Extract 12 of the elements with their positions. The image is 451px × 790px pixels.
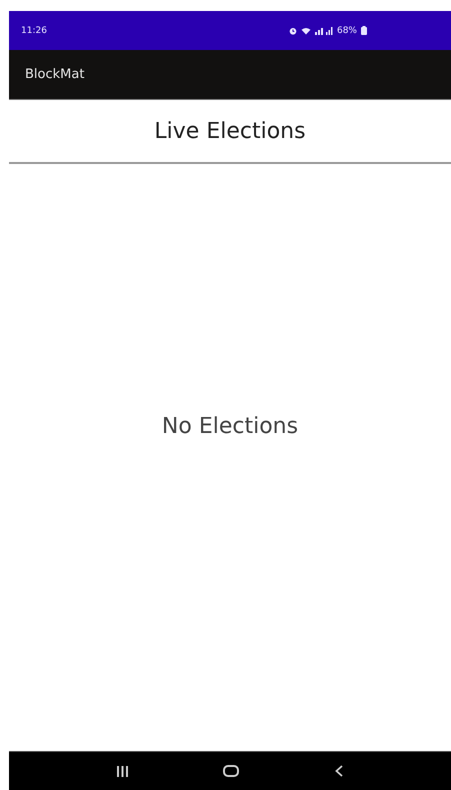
battery-icon — [361, 26, 367, 35]
recent-apps-icon[interactable] — [116, 766, 128, 776]
wifi-icon — [300, 26, 311, 34]
page-title: Live Elections — [154, 118, 306, 144]
home-icon[interactable] — [223, 765, 240, 777]
back-icon[interactable] — [335, 765, 344, 777]
alarm-icon — [288, 26, 297, 34]
signal-icon — [314, 26, 333, 34]
clock-time: 11:26 — [21, 26, 47, 36]
battery-percentage: 68% — [336, 26, 357, 36]
empty-message: No Elections — [162, 414, 298, 439]
app-title: BlockMat — [25, 67, 84, 82]
